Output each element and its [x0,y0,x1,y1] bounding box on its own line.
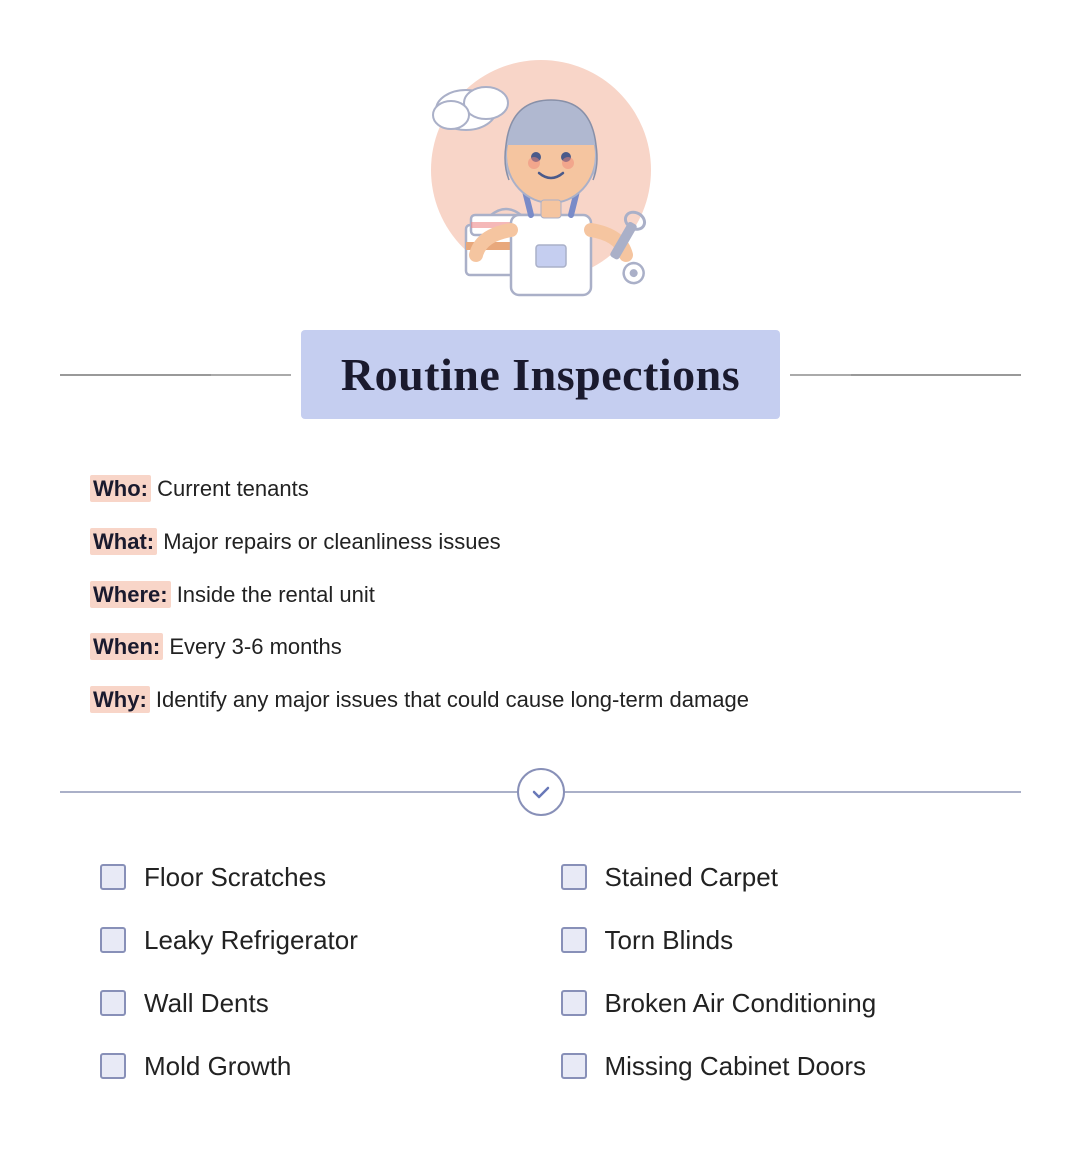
info-section: Who: Current tenants What: Major repairs… [60,449,1021,748]
checklist-text: Leaky Refrigerator [144,925,358,956]
list-item: Mold Growth [80,1035,541,1098]
cloud-icon [433,87,508,130]
info-row-what: What: Major repairs or cleanliness issue… [90,527,991,558]
info-row-when: When: Every 3-6 months [90,632,991,663]
divider-section [60,768,1021,816]
checkbox-icon [561,1053,587,1079]
list-item: Leaky Refrigerator [80,909,541,972]
title-line-left [60,374,231,376]
text-when: Every 3-6 months [169,634,341,659]
checklist-text: Mold Growth [144,1051,291,1082]
checklist-text: Missing Cabinet Doors [605,1051,867,1082]
title-wrapper: Routine Inspections [60,330,1021,419]
list-item: Floor Scratches [80,846,541,909]
checkbox-icon [561,864,587,890]
check-circle [517,768,565,816]
label-what: What: [90,528,157,555]
checkbox-icon [100,864,126,890]
checklist-text: Broken Air Conditioning [605,988,877,1019]
checklist-text: Wall Dents [144,988,269,1019]
title-banner: Routine Inspections [301,330,780,419]
text-where: Inside the rental unit [177,582,375,607]
checkbox-icon [100,990,126,1016]
list-item: Broken Air Conditioning [541,972,1002,1035]
checkbox-icon [100,1053,126,1079]
hero-area [60,30,1021,330]
text-who: Current tenants [157,476,309,501]
checkbox-icon [561,927,587,953]
text-why: Identify any major issues that could cau… [156,687,749,712]
checkmark-icon [529,780,553,804]
checklist-text: Torn Blinds [605,925,734,956]
info-row-who: Who: Current tenants [90,474,991,505]
label-why: Why: [90,686,150,713]
list-item: Torn Blinds [541,909,1002,972]
list-item: Stained Carpet [541,846,1002,909]
checklist-text: Stained Carpet [605,862,778,893]
info-row-why: Why: Identify any major issues that coul… [90,685,991,716]
checkbox-icon [100,927,126,953]
character-illustration [391,45,691,330]
checklist-text: Floor Scratches [144,862,326,893]
page-container: Routine Inspections Who: Current tenants… [0,0,1081,1164]
label-who: Who: [90,475,151,502]
title-line-right [851,374,1022,376]
label-when: When: [90,633,163,660]
page-title: Routine Inspections [341,348,740,401]
text-what: Major repairs or cleanliness issues [163,529,500,554]
list-item: Missing Cabinet Doors [541,1035,1002,1098]
checklist-grid: Floor Scratches Stained Carpet Leaky Ref… [60,846,1021,1098]
list-item: Wall Dents [80,972,541,1035]
info-row-where: Where: Inside the rental unit [90,580,991,611]
label-where: Where: [90,581,171,608]
checkbox-icon [561,990,587,1016]
